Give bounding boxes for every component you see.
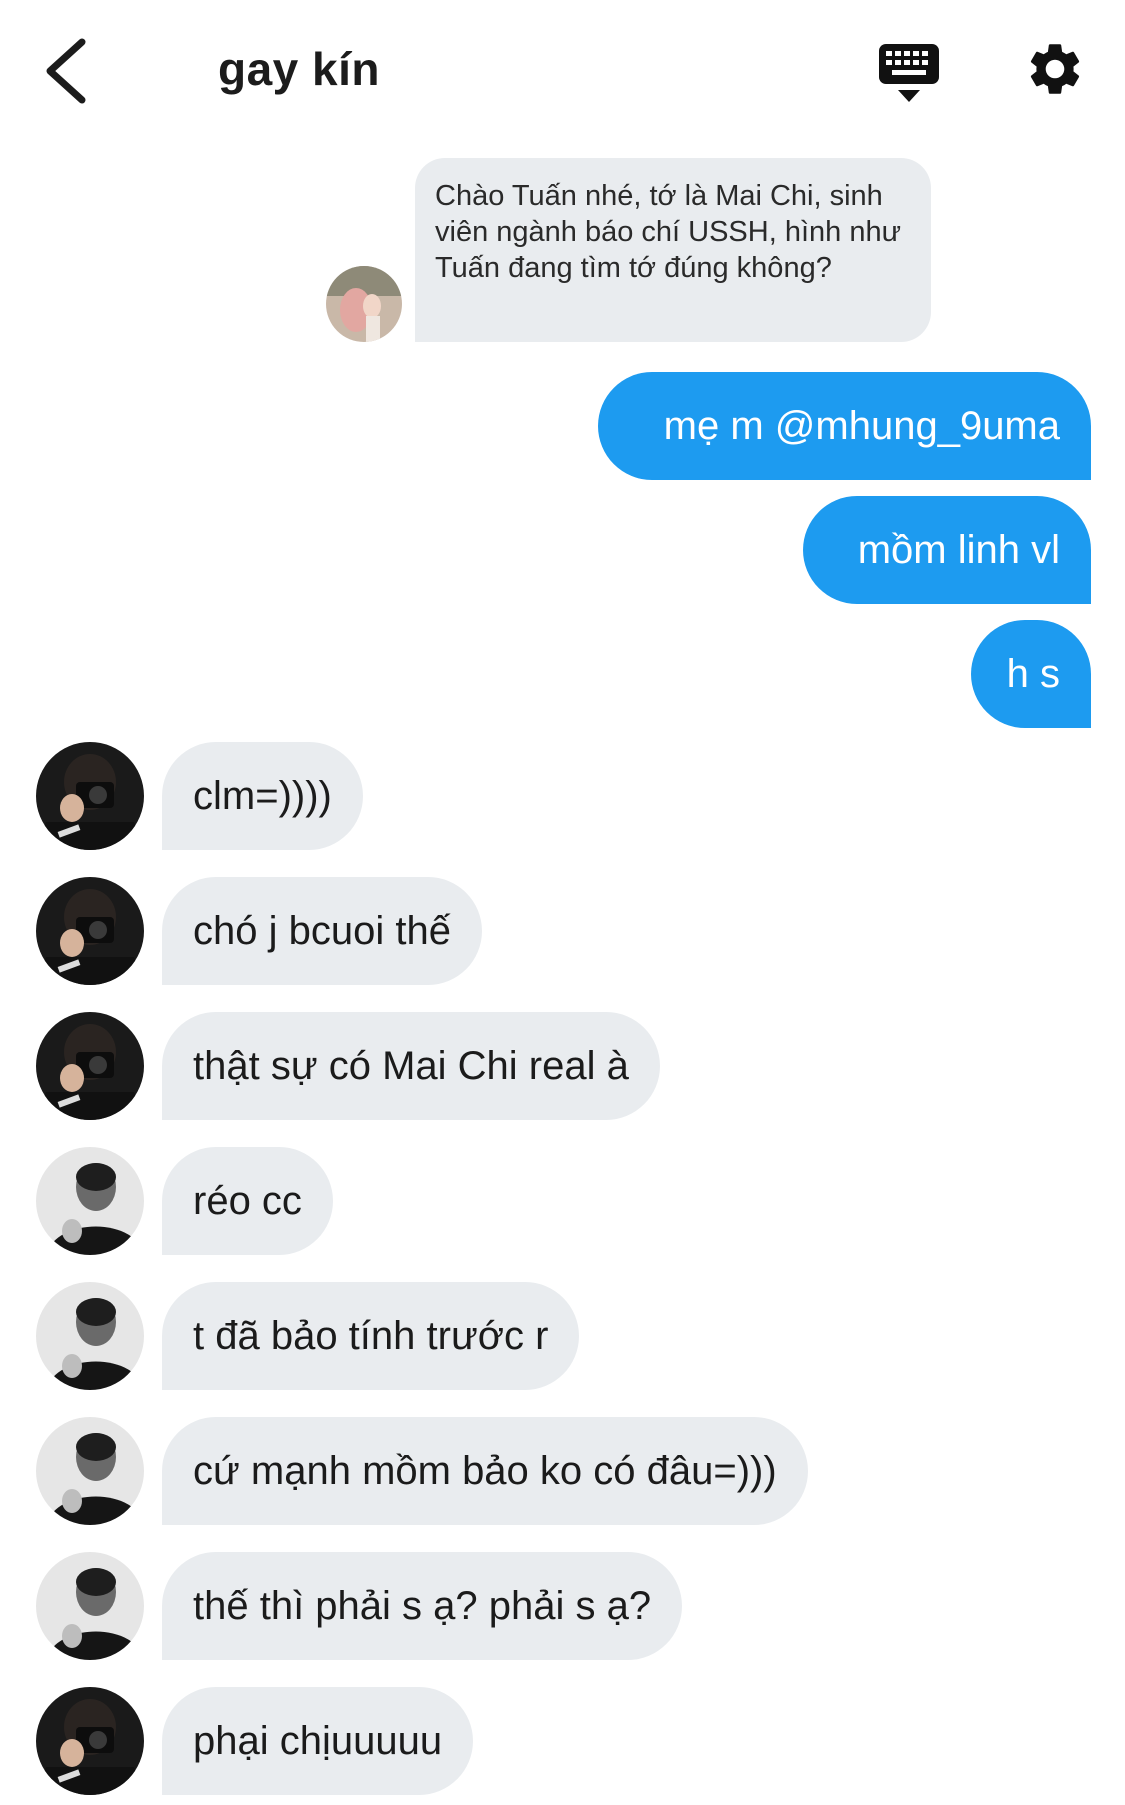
incoming-message[interactable]: réo cc — [162, 1147, 333, 1255]
gear-icon — [1030, 44, 1080, 94]
avatar-mai-chi[interactable] — [326, 266, 402, 342]
avatar-user-bw[interactable] — [36, 1147, 144, 1255]
shared-message[interactable]: Chào Tuấn nhé, tớ là Mai Chi, sinh viên … — [415, 158, 931, 342]
incoming-message[interactable]: clm=)))) — [162, 742, 363, 850]
incoming-message[interactable]: cứ mạnh mồm bảo ko có đâu=))) — [162, 1417, 808, 1525]
avatar-user-camera[interactable] — [36, 1012, 144, 1120]
avatar-user-bw[interactable] — [36, 1552, 144, 1660]
avatar-user-bw[interactable] — [36, 1417, 144, 1525]
chevron-left-icon — [46, 38, 86, 104]
outgoing-message[interactable]: h s — [971, 620, 1091, 728]
conversation-title: gay kín — [218, 43, 381, 95]
back-button[interactable] — [38, 36, 98, 106]
avatar-user-camera[interactable] — [36, 877, 144, 985]
chat-header: gay kín — [0, 0, 1125, 140]
incoming-message[interactable]: t đã bảo tính trước r — [162, 1282, 580, 1390]
incoming-message[interactable]: chó j bcuoi thế — [162, 877, 482, 985]
avatar-user-camera[interactable] — [36, 1687, 144, 1795]
incoming-message[interactable]: thế thì phải s ạ? phải s ạ? — [162, 1552, 683, 1660]
outgoing-message[interactable]: mồm linh vl — [803, 496, 1091, 604]
incoming-message[interactable]: phại chịuuuuu — [162, 1687, 474, 1795]
settings-button[interactable] — [1024, 38, 1086, 100]
avatar-user-camera[interactable] — [36, 742, 144, 850]
keyboard-button[interactable] — [876, 40, 942, 106]
avatar-user-bw[interactable] — [36, 1282, 144, 1390]
incoming-message[interactable]: thật sự có Mai Chi real à — [162, 1012, 660, 1120]
keyboard-icon — [879, 44, 939, 102]
outgoing-message[interactable]: mẹ m @mhung_9uma — [598, 372, 1091, 480]
